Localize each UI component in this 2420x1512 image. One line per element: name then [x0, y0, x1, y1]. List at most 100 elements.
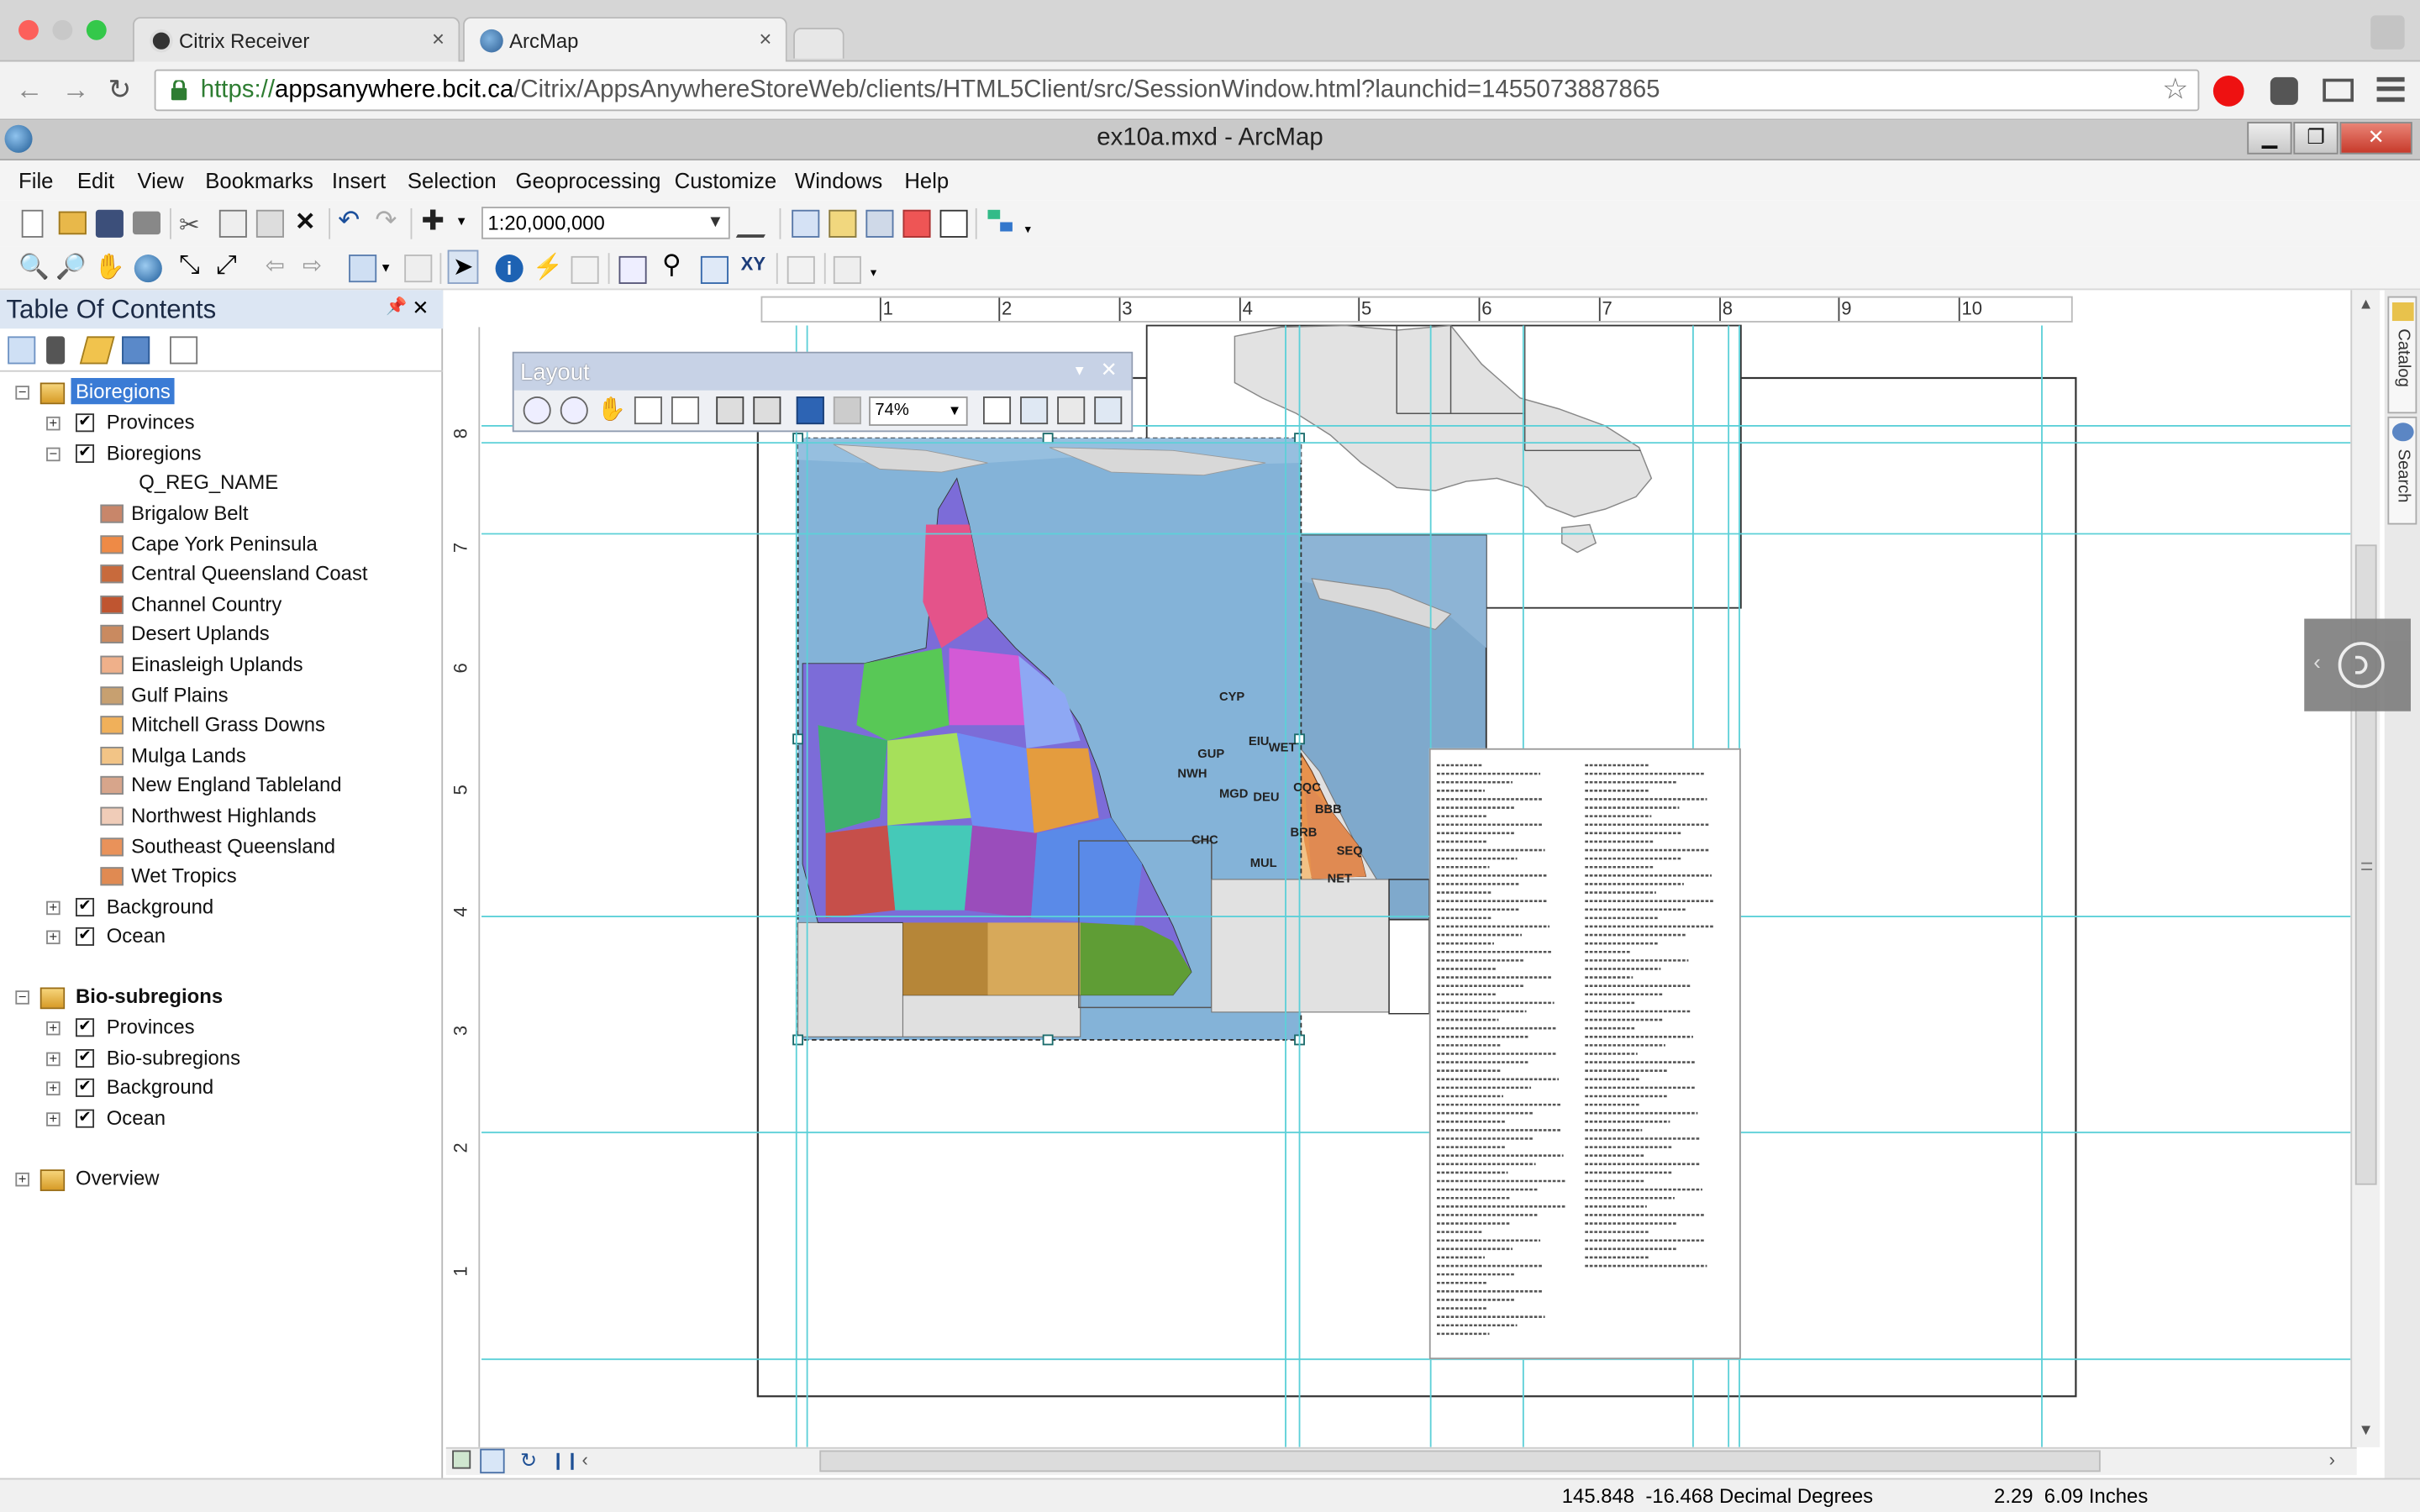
chevron-down-icon[interactable]: ▼ [948, 398, 961, 424]
list-by-source-icon[interactable] [46, 336, 66, 365]
horizontal-scroll-thumb[interactable] [819, 1450, 2101, 1473]
layer-label[interactable]: Ocean [107, 924, 166, 948]
citrix-toolbar-handle[interactable]: ‹ [2304, 618, 2411, 711]
chrome-menu-icon[interactable] [2376, 76, 2405, 102]
zoom-whole-page-icon[interactable] [634, 396, 662, 425]
expand-icon[interactable]: + [46, 1052, 60, 1067]
layer-label[interactable]: Ocean [107, 1106, 166, 1130]
delete-icon[interactable]: ✕ [295, 207, 323, 236]
close-button[interactable]: ✕ [2339, 122, 2412, 155]
menu-file[interactable]: File [18, 168, 53, 192]
pin-icon[interactable]: 📌 [386, 297, 407, 316]
arctoolbox-icon[interactable] [902, 209, 931, 238]
restore-button[interactable]: ❐ [2293, 122, 2338, 155]
redo-icon[interactable]: ↷ [375, 205, 402, 234]
map-scale-combobox[interactable]: 1:20,000,000 ▼ [481, 207, 730, 239]
find-binoculars-icon[interactable]: ⚲ [662, 250, 690, 280]
tab-citrix-receiver[interactable]: Citrix Receiver × [132, 17, 460, 62]
toolbar-menu-chevron-icon[interactable]: ▼ [1073, 363, 1086, 378]
window-zoom-dot[interactable] [86, 19, 107, 40]
expand-icon[interactable]: + [46, 1021, 60, 1036]
editor-toolbar-icon[interactable] [735, 209, 780, 238]
go-forward-extent-icon[interactable]: ⇨ [302, 251, 330, 279]
toolbar-close-icon[interactable]: ✕ [1101, 358, 1118, 382]
catalog-window-icon[interactable] [829, 209, 857, 238]
color-swatch[interactable] [100, 534, 124, 554]
layout-view[interactable]: CYP GUP EIU WET NWH MGD DEU CQC BBB BRB CHC MUL SEQ N… [445, 290, 2357, 1447]
chevron-left-icon[interactable]: ‹ [2313, 649, 2321, 674]
list-by-visibility-icon[interactable] [79, 336, 115, 365]
color-swatch[interactable] [100, 655, 124, 675]
back-arrow-icon[interactable]: ← [15, 74, 43, 107]
menu-bookmarks[interactable]: Bookmarks [205, 168, 313, 192]
layer-visibility-checkbox[interactable]: ✔ [76, 1018, 95, 1037]
tab-close-icon[interactable]: × [759, 26, 771, 50]
reload-icon[interactable]: ↻ [108, 74, 132, 107]
modelbuilder-icon[interactable] [987, 209, 1016, 238]
find-route-icon[interactable] [700, 255, 729, 284]
go-back-extent-icon[interactable]: ⇦ [266, 251, 293, 279]
search-dock-tab[interactable]: Search [2387, 416, 2417, 525]
window-minimize-dot[interactable] [52, 19, 73, 40]
menu-selection[interactable]: Selection [408, 168, 497, 192]
window-close-dot[interactable] [18, 19, 39, 40]
go-to-xy-icon[interactable]: XY [741, 253, 769, 281]
identify-info-icon[interactable]: i [495, 255, 523, 283]
layer-label[interactable]: Bioregions [107, 441, 202, 465]
color-swatch[interactable] [100, 595, 124, 614]
fixed-zoom-in-layout-icon[interactable] [716, 396, 744, 425]
catalog-dock-tab[interactable]: Catalog [2387, 296, 2417, 414]
vertical-ruler[interactable]: 8 7 6 5 4 3 2 1 [450, 327, 481, 1447]
cut-icon[interactable]: ✂ [179, 210, 207, 239]
layer-visibility-checkbox[interactable]: ✔ [76, 897, 95, 917]
menu-view[interactable]: View [137, 168, 183, 192]
vertical-scrollbar[interactable]: ▲ ▼ [2350, 290, 2381, 1447]
hyperlink-lightning-icon[interactable]: ⚡ [533, 251, 564, 281]
expand-icon[interactable]: + [46, 1081, 60, 1096]
clear-selection-icon[interactable] [404, 255, 433, 283]
layer-visibility-checkbox[interactable]: ✔ [76, 1078, 95, 1097]
new-document-icon[interactable] [21, 209, 44, 238]
zoom-out-icon[interactable]: 🔎 [55, 251, 87, 281]
zoom-in-icon[interactable]: 🔍 [18, 251, 50, 281]
layout-zoom-in-icon[interactable] [523, 396, 551, 425]
measure-ruler-icon[interactable] [618, 255, 647, 284]
zoom-100-percent-icon[interactable] [671, 396, 700, 425]
data-driven-pages-icon[interactable] [1094, 396, 1123, 425]
search-window-icon[interactable] [865, 209, 894, 238]
color-swatch[interactable] [100, 716, 124, 735]
layout-view-tab-icon[interactable] [480, 1448, 505, 1474]
layout-zoom-combobox[interactable]: 74% ▼ [869, 396, 968, 426]
toolbar-options-icon[interactable]: ▾ [871, 265, 876, 280]
scroll-down-icon[interactable]: ▼ [2359, 1422, 2374, 1439]
copy-icon[interactable] [218, 209, 247, 238]
pan-hand-icon[interactable]: ✋ [94, 251, 125, 281]
scroll-left-icon[interactable]: ‹ [581, 1449, 587, 1471]
collapse-icon[interactable]: − [15, 385, 29, 400]
data-frame-label[interactable]: Bio-subregions [76, 984, 223, 1008]
tab-arcmap[interactable]: ArcMap × [463, 17, 787, 62]
scroll-right-icon[interactable]: › [2329, 1449, 2335, 1471]
refresh-view-icon[interactable]: ↻ [520, 1449, 537, 1473]
layer-visibility-checkbox[interactable]: ✔ [76, 444, 95, 464]
color-swatch[interactable] [100, 806, 124, 826]
paste-icon[interactable] [255, 209, 284, 238]
collapse-icon[interactable]: − [15, 990, 29, 1005]
chevron-down-icon[interactable]: ▼ [707, 208, 723, 238]
fixed-zoom-out-layout-icon[interactable] [753, 396, 781, 425]
create-viewer-window-icon[interactable] [833, 255, 861, 284]
toggle-draft-mode-icon[interactable] [983, 396, 1012, 425]
fixed-zoom-out-icon[interactable]: ⤢ [216, 250, 244, 280]
address-bar[interactable]: https://appsanywhere.bcit.ca/Citrix/Apps… [154, 69, 2200, 112]
color-swatch[interactable] [100, 625, 124, 644]
color-swatch[interactable] [100, 867, 124, 886]
select-dropdown-icon[interactable]: ▼ [380, 260, 392, 275]
expand-icon[interactable]: + [15, 1172, 29, 1187]
layer-label[interactable]: Background [107, 895, 213, 918]
color-swatch[interactable] [100, 685, 124, 705]
pause-drawing-icon[interactable]: ❙❙ [551, 1451, 580, 1470]
select-elements-arrow-icon[interactable]: ➤ [447, 249, 479, 284]
forward-arrow-icon[interactable]: → [61, 74, 89, 107]
expand-icon[interactable]: + [46, 416, 60, 431]
color-swatch[interactable] [100, 564, 124, 584]
